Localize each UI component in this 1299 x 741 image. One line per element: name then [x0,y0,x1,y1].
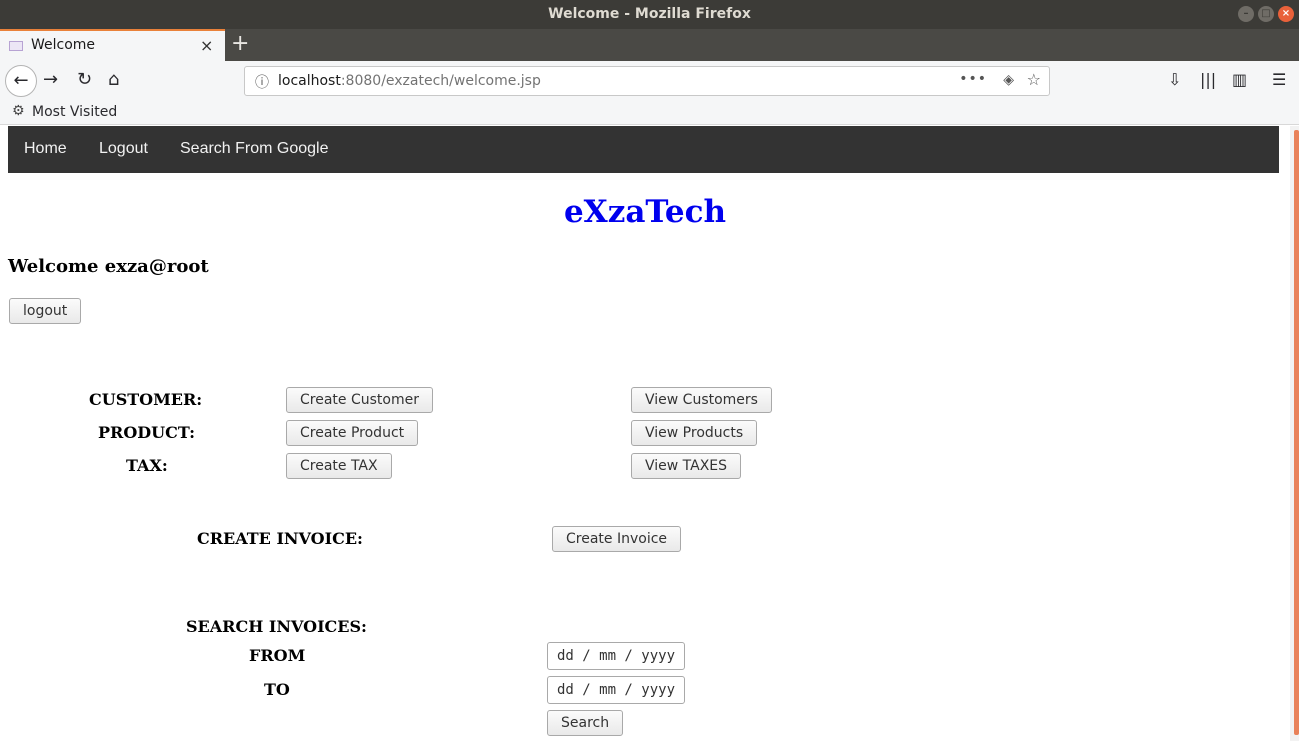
from-date-field[interactable]: dd / mm / yyyy [547,642,685,670]
welcome-heading: Welcome exza@root [8,256,209,277]
bookmark-star-icon[interactable]: ☆ [1027,70,1041,89]
customer-label: CUSTOMER: [89,390,203,409]
view-taxes-button[interactable]: View TAXES [631,453,742,479]
minimize-icon[interactable]: – [1238,6,1254,22]
new-tab-icon[interactable]: + [231,31,249,56]
bookmark-most-visited[interactable]: Most Visited [32,104,117,120]
tax-label: TAX: [126,456,168,475]
page-scrollbar[interactable] [1290,126,1299,741]
tab-label: Welcome [31,37,96,53]
window-titlebar: Welcome - Mozilla Firefox – □ × [0,0,1299,29]
create-product-button[interactable]: Create Product [286,420,419,446]
browser-toolbar: ← → ↻ ⌂ ⓘ localhost:8080/exzatech/welcom… [0,61,1299,101]
create-tax-button[interactable]: Create TAX [286,453,392,479]
url-text[interactable]: localhost:8080/exzatech/welcome.jsp [278,73,541,89]
url-host: localhost [278,73,341,89]
view-customers-button[interactable]: View Customers [631,387,772,413]
from-label: FROM [249,646,306,665]
nav-home-link[interactable]: Home [24,140,67,158]
sidebar-icon[interactable]: ▥ [1232,70,1247,89]
close-tab-icon[interactable]: × [200,36,213,55]
tab-strip: Welcome × + [0,29,1299,61]
menu-icon[interactable]: ☰ [1272,70,1286,89]
info-icon[interactable]: ⓘ [255,72,269,92]
url-bar[interactable]: ⓘ localhost:8080/exzatech/welcome.jsp ••… [244,66,1050,96]
library-icon[interactable]: ||| [1200,70,1216,89]
site-navbar: Home Logout Search From Google [8,126,1279,173]
bookmarks-bar: ⚙ Most Visited [0,101,1299,125]
product-label: PRODUCT: [98,423,196,442]
search-invoices-label: SEARCH INVOICES: [186,617,367,636]
nav-google-link[interactable]: Search From Google [180,140,329,158]
view-products-button[interactable]: View Products [631,420,758,446]
tab-welcome[interactable]: Welcome × [0,29,225,61]
search-button[interactable]: Search [547,710,624,736]
url-path: :8080/exzatech/welcome.jsp [340,73,541,89]
gear-icon: ⚙ [12,103,25,119]
downloads-icon[interactable]: ⇩ [1168,70,1181,89]
create-invoice-label: CREATE INVOICE: [197,529,363,548]
page-viewport: Home Logout Search From Google eXzaTech … [0,126,1299,741]
create-invoice-button[interactable]: Create Invoice [552,526,682,552]
home-icon[interactable]: ⌂ [108,69,119,90]
maximize-icon[interactable]: □ [1258,6,1274,22]
to-label: TO [264,680,290,699]
page-title: eXzaTech [563,194,727,230]
pocket-icon[interactable]: ◈ [1003,72,1014,88]
page-actions-icon[interactable]: ••• [959,71,987,87]
reload-icon[interactable]: ↻ [77,69,92,90]
nav-logout-link[interactable]: Logout [99,140,148,158]
to-date-field[interactable]: dd / mm / yyyy [547,676,685,704]
back-icon[interactable]: ← [5,65,37,97]
forward-icon[interactable]: → [43,69,58,90]
scrollbar-thumb[interactable] [1294,130,1299,735]
create-customer-button[interactable]: Create Customer [286,387,433,413]
favicon-icon [9,41,23,51]
close-window-icon[interactable]: × [1278,6,1294,22]
logout-button[interactable]: logout [9,298,82,324]
window-title: Welcome - Mozilla Firefox [548,6,751,22]
